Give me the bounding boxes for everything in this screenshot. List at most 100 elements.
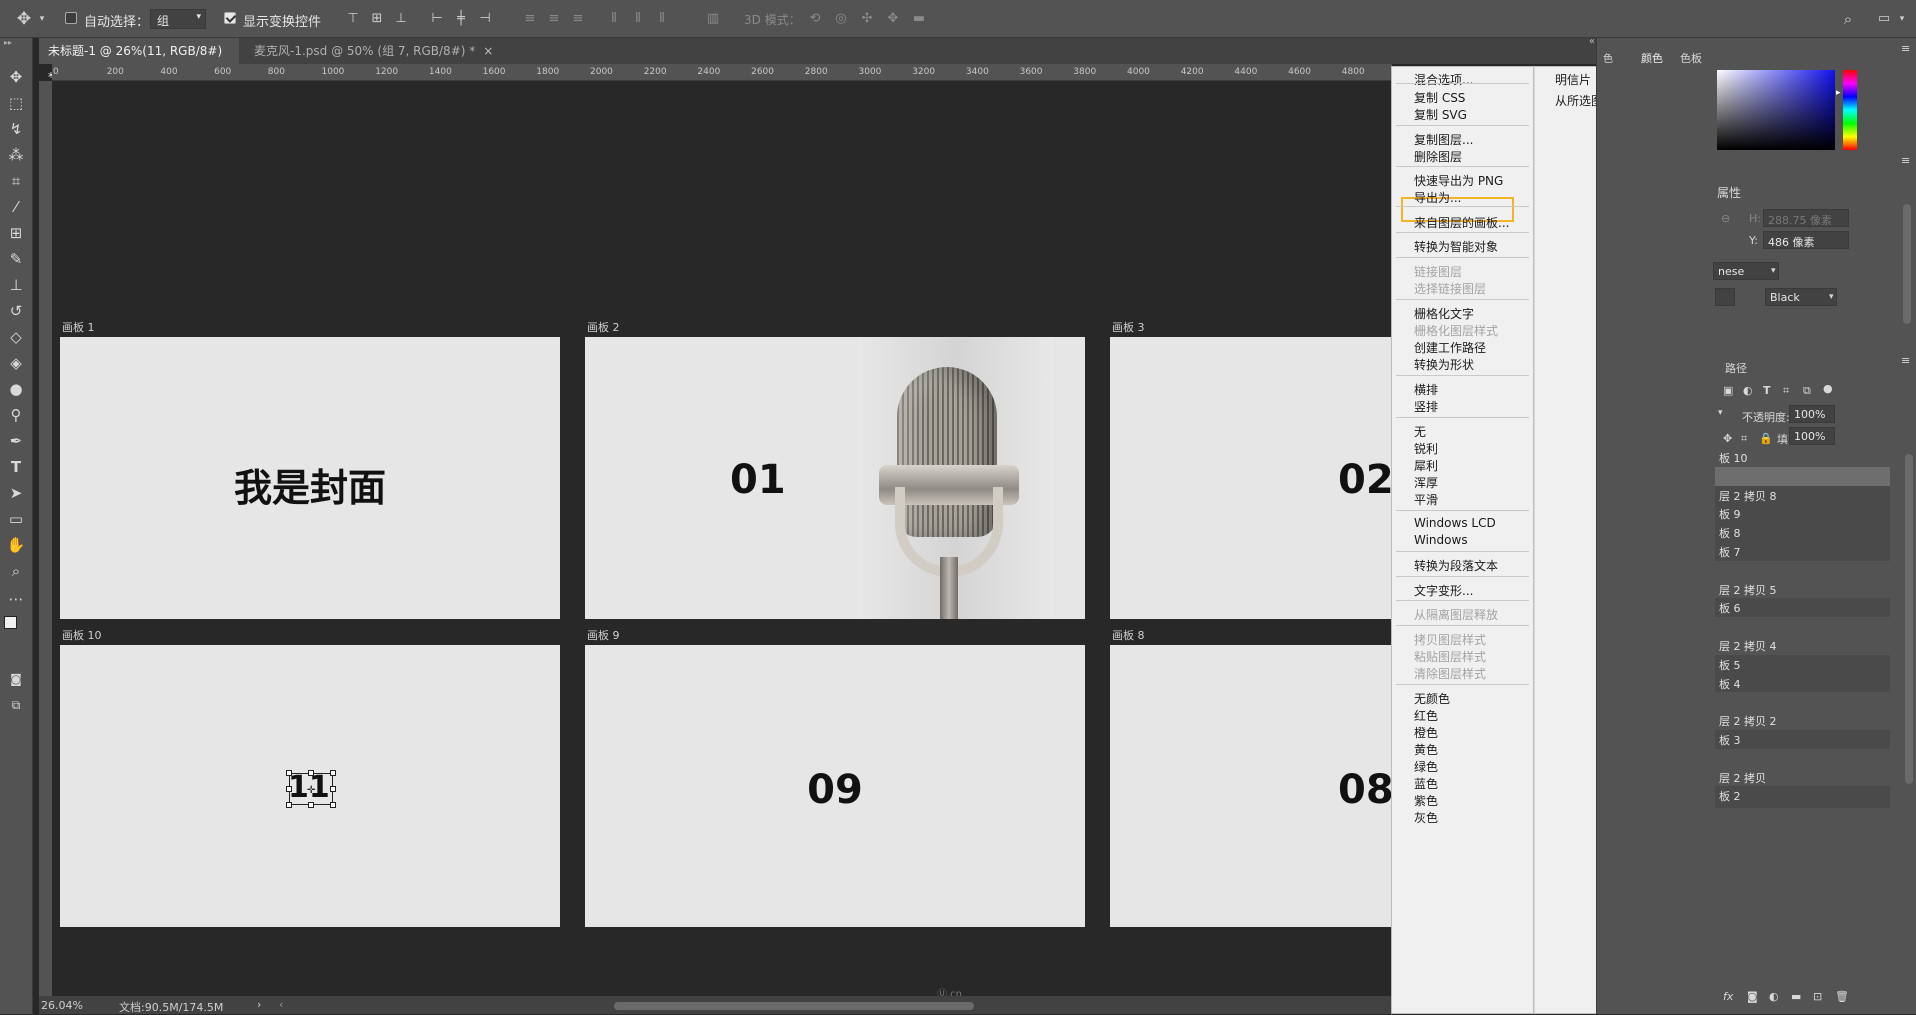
- move-tool-icon[interactable]: ✥: [5, 66, 27, 88]
- color-dropdown[interactable]: Black: [1765, 288, 1837, 306]
- lock-position-icon[interactable]: ✥: [1723, 432, 1732, 445]
- menu-item[interactable]: 平滑: [1414, 491, 1438, 508]
- status-menu-arrow[interactable]: ›: [257, 998, 261, 1011]
- delete-layer-icon[interactable]: 🗑: [1835, 990, 1849, 1003]
- transform-handle[interactable]: [286, 786, 292, 792]
- menu-item[interactable]: 转换为智能对象: [1414, 238, 1498, 255]
- lasso-tool-icon[interactable]: ↯: [5, 118, 27, 140]
- image-filter-icon[interactable]: ▣: [1723, 384, 1733, 397]
- 3d-orbit-icon[interactable]: ⟲: [805, 9, 825, 29]
- auto-align-icon[interactable]: ▥: [703, 9, 723, 29]
- blur-tool-icon[interactable]: ●: [5, 378, 27, 400]
- transform-handle[interactable]: [308, 802, 314, 808]
- align-vcenter-icon[interactable]: ⊞: [367, 9, 387, 29]
- menu-item[interactable]: 无: [1414, 423, 1426, 440]
- menu-item[interactable]: 复制图层...: [1414, 131, 1473, 148]
- eraser-tool-icon[interactable]: ◇: [5, 326, 27, 348]
- quick-select-tool-icon[interactable]: ⁂: [5, 144, 27, 166]
- path-select-tool-icon[interactable]: ➤: [5, 482, 27, 504]
- adjustment-layer-icon[interactable]: ◐: [1769, 990, 1779, 1003]
- transform-handle[interactable]: [330, 786, 336, 792]
- distribute-bottom-icon[interactable]: ≡: [568, 9, 588, 29]
- scroll-left-icon[interactable]: ‹: [279, 998, 283, 1011]
- tab-swatches[interactable]: 色板: [1680, 50, 1702, 66]
- zoom-level[interactable]: 26.04%: [41, 999, 83, 1012]
- menu-item-postcard[interactable]: 明信片: [1555, 71, 1591, 88]
- properties-scrollbar[interactable]: [1903, 204, 1911, 324]
- transform-handle[interactable]: [330, 770, 336, 776]
- search-icon[interactable]: ⌕: [1838, 9, 1858, 29]
- new-group-icon[interactable]: ▬: [1791, 990, 1801, 1003]
- close-icon[interactable]: ×: [483, 44, 493, 58]
- menu-item[interactable]: 转换为段落文本: [1414, 557, 1498, 574]
- chevron-down-icon[interactable]: ▾: [1892, 9, 1912, 29]
- stamp-tool-icon[interactable]: ⊥: [5, 274, 27, 296]
- distribute-hcenter-icon[interactable]: ⫴: [628, 9, 648, 29]
- menu-item[interactable]: 紫色: [1414, 792, 1438, 809]
- artboard-10[interactable]: 11 ✛: [60, 645, 560, 927]
- pen-tool-icon[interactable]: ✒: [5, 430, 27, 452]
- filter-toggle-icon[interactable]: ●: [1823, 382, 1833, 395]
- menu-item[interactable]: 横排: [1414, 381, 1438, 398]
- menu-item[interactable]: 竖排: [1414, 398, 1438, 415]
- canvas[interactable]: 画板 1 我是封面 画板 2 01 画板 3 02 画板 10 11 ✛ 画板 …: [52, 81, 1392, 996]
- menu-item[interactable]: 犀利: [1414, 457, 1438, 474]
- brush-tool-icon[interactable]: ✎: [5, 248, 27, 270]
- font-family-dropdown[interactable]: nese: [1713, 262, 1779, 280]
- tab-color[interactable]: 颜色: [1641, 50, 1663, 66]
- y-field[interactable]: 486 像素: [1763, 231, 1849, 249]
- dodge-tool-icon[interactable]: ⚲: [5, 404, 27, 426]
- artboard-9[interactable]: 09: [585, 645, 1085, 927]
- paint-bucket-tool-icon[interactable]: ◈: [5, 352, 27, 374]
- artboard-1[interactable]: 我是封面: [60, 337, 560, 619]
- auto-select-dropdown[interactable]: 组 ▾: [150, 9, 206, 29]
- h-field[interactable]: 288.75 像素: [1763, 209, 1849, 227]
- menu-item[interactable]: Windows LCD: [1414, 516, 1496, 530]
- transform-handle[interactable]: [286, 770, 292, 776]
- distribute-top-icon[interactable]: ≡: [520, 9, 540, 29]
- menu-item[interactable]: 创建工作路径: [1414, 339, 1486, 356]
- artboard-label[interactable]: 画板 10: [62, 627, 102, 643]
- menu-item[interactable]: 锐利: [1414, 440, 1438, 457]
- align-bottom-icon[interactable]: ⊥: [391, 9, 411, 29]
- hand-tool-icon[interactable]: ✋: [5, 534, 27, 556]
- distribute-right-icon[interactable]: ⫴: [652, 9, 672, 29]
- menu-item[interactable]: 转换为形状: [1414, 356, 1474, 373]
- menu-item[interactable]: 无颜色: [1414, 690, 1450, 707]
- eyedropper-tool-icon[interactable]: ⁄: [5, 196, 27, 218]
- healing-brush-tool-icon[interactable]: ⊞: [5, 222, 27, 244]
- new-layer-icon[interactable]: ⊡: [1813, 990, 1822, 1003]
- menu-item[interactable]: 绿色: [1414, 758, 1438, 775]
- menu-item[interactable]: 红色: [1414, 707, 1438, 724]
- panel-menu-icon[interactable]: ≡: [1901, 154, 1910, 167]
- artboard-label[interactable]: 画板 2: [587, 319, 620, 335]
- screen-mode-icon[interactable]: ⧉: [5, 694, 27, 716]
- collapse-icon[interactable]: «: [1589, 36, 1595, 47]
- distribute-vcenter-icon[interactable]: ≡: [544, 9, 564, 29]
- fx-icon[interactable]: fx: [1723, 990, 1733, 1003]
- align-left-icon[interactable]: ⊢: [427, 9, 447, 29]
- menu-item[interactable]: Windows: [1414, 533, 1468, 547]
- horizontal-scrollbar[interactable]: [614, 1002, 974, 1010]
- smart-filter-icon[interactable]: ⧉: [1803, 384, 1811, 398]
- menu-item[interactable]: 导出为...: [1414, 189, 1461, 206]
- type-tool-icon[interactable]: T: [5, 456, 27, 478]
- menu-item[interactable]: 栅格化文字: [1414, 305, 1474, 322]
- artboard-label[interactable]: 画板 1: [62, 319, 95, 335]
- rectangle-tool-icon[interactable]: ▭: [5, 508, 27, 530]
- transform-handle[interactable]: [286, 802, 292, 808]
- color-picker-field[interactable]: [1717, 70, 1835, 150]
- menu-item[interactable]: 浑厚: [1414, 474, 1438, 491]
- more-tools-icon[interactable]: ⋯: [5, 588, 27, 610]
- panel-menu-icon[interactable]: ≡: [1901, 354, 1910, 367]
- artboard-label[interactable]: 画板 8: [1112, 627, 1145, 643]
- 3d-slide-icon[interactable]: ✥: [883, 9, 903, 29]
- menu-item[interactable]: 灰色: [1414, 809, 1438, 826]
- menu-item[interactable]: 快速导出为 PNG: [1414, 172, 1503, 189]
- 3d-roll-icon[interactable]: ◎: [831, 9, 851, 29]
- type-filter-icon[interactable]: T: [1763, 384, 1771, 397]
- align-hcenter-icon[interactable]: ╪: [451, 9, 471, 29]
- quick-mask-icon[interactable]: ◙: [5, 668, 27, 690]
- marquee-tool-icon[interactable]: ⬚: [5, 92, 27, 114]
- 3d-scale-icon[interactable]: ▬: [909, 9, 929, 29]
